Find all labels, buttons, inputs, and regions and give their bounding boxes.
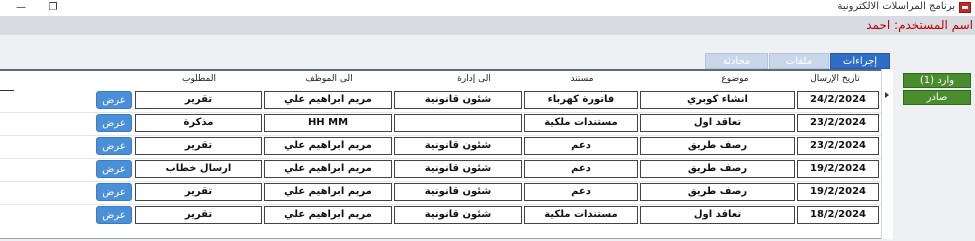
maximize-button[interactable]: ❐ [40, 0, 66, 16]
cell-required[interactable]: ارسال خطاب [135, 160, 262, 178]
row-separator [0, 112, 881, 113]
cell-required[interactable]: تقرير [135, 206, 262, 224]
tab-actions[interactable]: إجراءات [830, 53, 890, 69]
cell-required[interactable]: مذكرة [135, 114, 262, 132]
tab-files[interactable]: ملفات [769, 53, 829, 69]
view-button[interactable]: عرض [96, 160, 132, 178]
cell-document[interactable]: مستندات ملكية [524, 114, 638, 132]
header-to-department: الى إدارة [457, 74, 491, 84]
cell-required[interactable]: تقرير [135, 137, 262, 155]
cell-document[interactable]: فاتورة كهرباء [524, 91, 638, 109]
row-divider [0, 90, 14, 91]
row-separator [0, 181, 881, 182]
cell-to-employee[interactable]: مريم ابراهيم علي [264, 91, 392, 109]
view-button[interactable]: عرض [96, 137, 132, 155]
cell-document[interactable]: مستندات ملكية [524, 206, 638, 224]
cell-to-department[interactable]: شئون قانونية [394, 206, 522, 224]
app-window: — ❐ برنامج المراسلات الالكترونية اسم الم… [0, 0, 975, 241]
cell-to-employee[interactable]: HH MM [264, 114, 392, 132]
minimize-button[interactable]: — [8, 0, 34, 16]
cell-subject[interactable]: تعاقد اول [640, 206, 795, 224]
cell-to-department[interactable]: شئون قانونية [394, 183, 522, 201]
view-button[interactable]: عرض [96, 91, 132, 109]
user-bar: اسم المستخدم: احمد [0, 16, 975, 35]
cell-to-employee[interactable]: مريم ابراهيم علي [264, 183, 392, 201]
cell-document[interactable]: دعم [524, 137, 638, 155]
row-separator [0, 204, 881, 205]
cell-date[interactable]: 19/2/2024 [797, 183, 879, 201]
cell-required[interactable]: تقرير [135, 91, 262, 109]
app-icon [959, 2, 971, 13]
current-record-arrow-icon [885, 92, 889, 98]
cell-subject[interactable]: رصف طريق [640, 160, 795, 178]
header-required: المطلوب [182, 74, 216, 84]
cell-subject[interactable]: رصف طريق [640, 137, 795, 155]
username-label: اسم المستخدم: احمد [866, 18, 973, 32]
header-subject: موضوع [721, 74, 749, 84]
cell-to-department[interactable]: شئون قانونية [394, 160, 522, 178]
cell-subject[interactable]: انشاء كوبري [640, 91, 795, 109]
cell-subject[interactable]: رصف طريق [640, 183, 795, 201]
cell-date[interactable]: 18/2/2024 [797, 206, 879, 224]
cell-to-department[interactable]: شئون قانونية [394, 137, 522, 155]
cell-date[interactable]: 19/2/2024 [797, 160, 879, 178]
cell-document[interactable]: دعم [524, 183, 638, 201]
header-date: تاريخ الإرسال [810, 74, 860, 84]
cell-date[interactable]: 23/2/2024 [797, 114, 879, 132]
view-button[interactable]: عرض [96, 114, 132, 132]
cell-to-employee[interactable]: مريم ابراهيم علي [264, 137, 392, 155]
inbox-button[interactable]: وارد (1) [903, 73, 971, 88]
row-separator [0, 135, 881, 136]
cell-date[interactable]: 24/2/2024 [797, 91, 879, 109]
cell-to-employee[interactable]: مريم ابراهيم علي [264, 206, 392, 224]
view-button[interactable]: عرض [96, 183, 132, 201]
view-button[interactable]: عرض [96, 206, 132, 224]
cell-subject[interactable]: تعاقد اول [640, 114, 795, 132]
tab-chat[interactable]: محادثة [705, 53, 768, 69]
cell-required[interactable]: تقرير [135, 183, 262, 201]
cell-document[interactable]: دعم [524, 160, 638, 178]
row-separator [0, 158, 881, 159]
cell-to-department[interactable]: شئون قانونية [394, 91, 522, 109]
header-document: مستند [570, 74, 594, 84]
cell-to-employee[interactable]: مريم ابراهيم علي [264, 160, 392, 178]
title-bar: — ❐ برنامج المراسلات الالكترونية [0, 0, 975, 16]
header-to-employee: الى الموظف [305, 74, 353, 84]
outbox-button[interactable]: صادر [903, 90, 971, 105]
cell-date[interactable]: 23/2/2024 [797, 137, 879, 155]
window-title: برنامج المراسلات الالكترونية [837, 1, 955, 12]
cell-to-department[interactable] [394, 114, 522, 132]
record-selector[interactable] [881, 69, 893, 239]
